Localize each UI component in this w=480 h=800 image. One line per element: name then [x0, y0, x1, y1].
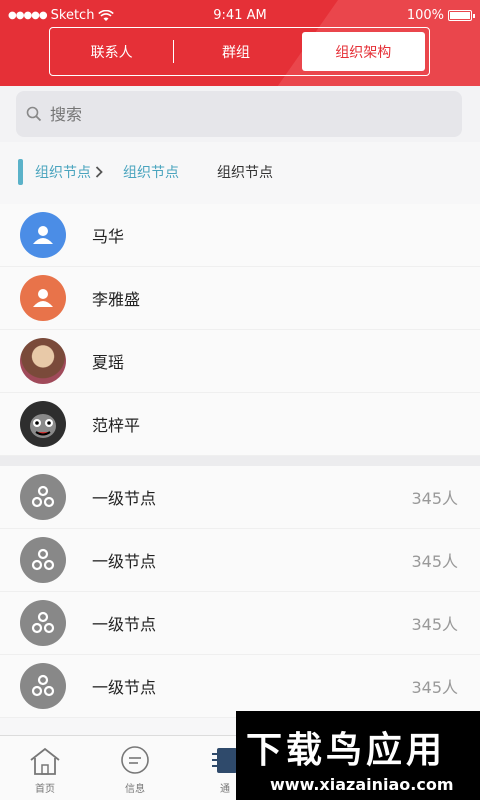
search-box[interactable] — [16, 91, 462, 137]
status-bar: ●●●●● Sketch 9:41 AM 100% — [0, 0, 480, 30]
contact-name: 夏瑶 — [92, 353, 125, 372]
tabbar-label: 通 — [220, 784, 230, 795]
tab-contacts[interactable]: 联系人 — [50, 28, 173, 75]
contact-name: 马华 — [92, 227, 125, 246]
node-row[interactable]: 一级节点 345人 — [0, 592, 480, 655]
contact-row[interactable]: 夏瑶 — [0, 330, 480, 393]
node-count: 345人 — [411, 615, 458, 634]
avatar-default-icon — [20, 275, 66, 321]
search-icon — [26, 106, 42, 122]
node-row[interactable]: 一级节点 345人 — [0, 529, 480, 592]
node-count: 345人 — [411, 489, 458, 508]
breadcrumb: 组织节点 组织节点 组织节点 — [0, 142, 480, 202]
contact-row[interactable]: 李雅盛 — [0, 267, 480, 330]
node-count: 345人 — [411, 678, 458, 697]
contact-name: 范梓平 — [92, 416, 141, 435]
chevron-right-icon — [95, 166, 103, 178]
watermark-logo: 下载鸟应用 — [246, 730, 447, 771]
tabbar-label: 信息 — [125, 784, 145, 795]
node-count: 345人 — [411, 552, 458, 571]
node-name: 一级节点 — [92, 678, 157, 697]
breadcrumb-item[interactable]: 组织节点 — [123, 162, 179, 182]
watermark-url: www.xiazainiao.com — [270, 775, 454, 794]
tab-org-structure[interactable]: 组织架构 — [301, 32, 425, 71]
breadcrumb-current: 组织节点 — [217, 165, 273, 181]
org-node-icon — [20, 600, 66, 646]
node-name: 一级节点 — [92, 489, 157, 508]
search-input[interactable] — [50, 104, 430, 124]
contact-row[interactable]: 范梓平 — [0, 393, 480, 456]
segmented-control: 联系人 群组 组织架构 — [49, 27, 430, 76]
header: ●●●●● Sketch 9:41 AM 100% 联系人 群组 组织架构 — [0, 0, 480, 86]
node-name: 一级节点 — [92, 615, 157, 634]
home-icon — [30, 747, 60, 775]
breadcrumb-item[interactable]: 组织节点 — [35, 162, 91, 182]
org-node-icon — [20, 474, 66, 520]
search-area — [0, 86, 480, 142]
node-row[interactable]: 一级节点 345人 — [0, 655, 480, 718]
avatar-photo — [20, 401, 66, 447]
message-icon — [121, 746, 149, 774]
org-list: 马华 李雅盛 夏瑶 范梓平 一级节点 345人 一级节点 345人 一级节点 3… — [0, 204, 480, 718]
watermark: 下载鸟应用 www.xiazainiao.com — [236, 711, 480, 800]
avatar-photo — [20, 338, 66, 384]
contact-row[interactable]: 马华 — [0, 204, 480, 267]
tabbar-messages[interactable]: 信息 — [90, 736, 180, 800]
breadcrumb-marker — [18, 159, 23, 185]
avatar-default-icon — [20, 212, 66, 258]
org-node-icon — [20, 663, 66, 709]
tab-groups[interactable]: 群组 — [173, 40, 297, 63]
battery-icon — [448, 10, 475, 21]
contact-name: 李雅盛 — [92, 290, 141, 309]
node-name: 一级节点 — [92, 552, 157, 571]
battery-percent: 100% — [406, 8, 444, 23]
section-divider — [0, 456, 480, 466]
node-row[interactable]: 一级节点 345人 — [0, 466, 480, 529]
org-node-icon — [20, 537, 66, 583]
tabbar-home[interactable]: 首页 — [0, 736, 90, 800]
tabbar-label: 首页 — [35, 784, 55, 795]
